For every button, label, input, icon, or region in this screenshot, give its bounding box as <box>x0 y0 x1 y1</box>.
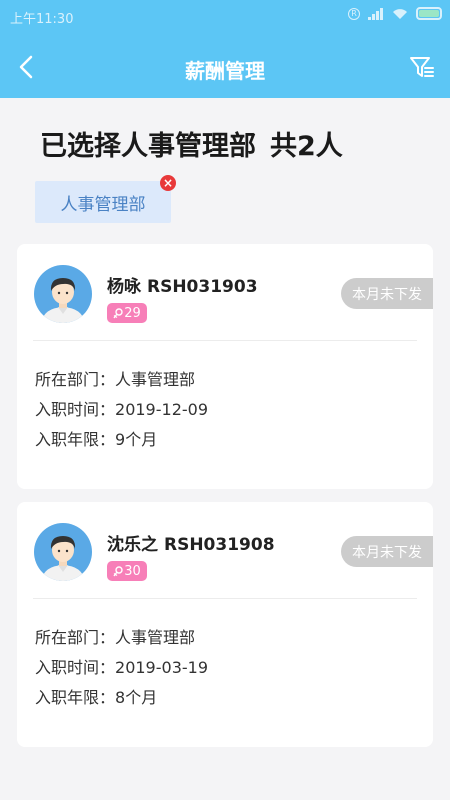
tenure-value: 8个月 <box>115 688 158 707</box>
hire-date-value: 2019-03-19 <box>115 658 208 677</box>
department-chip-label: 人事管理部 <box>60 194 146 215</box>
avatar <box>34 265 92 323</box>
page-title: 薪酬管理 <box>185 59 265 83</box>
department-row: 所在部门：人事管理部 <box>35 624 195 648</box>
tenure-row: 入职年限：9个月 <box>35 426 157 450</box>
registered-icon: R <box>348 7 360 20</box>
signal-icon <box>368 7 384 20</box>
filter-icon[interactable] <box>408 53 436 81</box>
employee-code: RSH031903 <box>147 277 258 297</box>
status-time: 上午11:30 <box>10 12 74 27</box>
employee-name-text: 杨咏 <box>107 277 141 297</box>
age-badge: 30 <box>107 561 147 581</box>
selection-summary: 已选择人事管理部 共2人 <box>40 124 343 163</box>
employee-card[interactable]: 沈乐之 RSH031908 30 本月未下发 所在部门：人事管理部 入职时间：20… <box>17 502 433 747</box>
department-label: 所在部门： <box>35 628 116 647</box>
employee-name: 沈乐之 RSH031908 <box>107 530 275 555</box>
wifi-icon <box>393 8 407 19</box>
department-label: 所在部门： <box>35 370 116 389</box>
age-badge: 29 <box>107 303 147 323</box>
status-badge: 本月未下发 <box>341 278 433 309</box>
hire-date-row: 入职时间：2019-03-19 <box>35 654 208 678</box>
remove-chip-icon[interactable]: × <box>160 175 176 191</box>
hire-date-row: 入职时间：2019-12-09 <box>35 396 208 420</box>
department-value: 人事管理部 <box>115 370 196 389</box>
employee-code: RSH031908 <box>164 535 275 555</box>
female-icon <box>113 565 123 576</box>
employee-name: 杨咏 RSH031903 <box>107 272 258 297</box>
employee-name-text: 沈乐之 <box>107 535 158 555</box>
hire-date-value: 2019-12-09 <box>115 400 208 419</box>
status-icons: R <box>348 7 442 20</box>
age-value: 29 <box>124 305 141 321</box>
department-value: 人事管理部 <box>115 628 196 647</box>
tenure-row: 入职年限：8个月 <box>35 684 157 708</box>
tenure-value: 9个月 <box>115 430 158 449</box>
age-value: 30 <box>124 563 141 579</box>
divider <box>33 340 417 341</box>
status-badge: 本月未下发 <box>341 536 433 567</box>
department-row: 所在部门：人事管理部 <box>35 366 195 390</box>
employee-card[interactable]: 杨咏 RSH031903 29 本月未下发 所在部门：人事管理部 入职时间：201… <box>17 244 433 489</box>
avatar <box>34 523 92 581</box>
tenure-label: 入职年限： <box>35 430 116 449</box>
selection-summary-prefix: 已选择人事管理部 <box>40 131 256 162</box>
tenure-label: 入职年限： <box>35 688 116 707</box>
hire-date-label: 入职时间： <box>35 400 116 419</box>
female-icon <box>113 307 123 318</box>
department-filter-chip[interactable]: 人事管理部 <box>35 181 171 223</box>
selection-count: 共2人 <box>270 131 343 162</box>
divider <box>33 598 417 599</box>
status-bar: 上午11:30 R <box>0 0 450 32</box>
hire-date-label: 入职时间： <box>35 658 116 677</box>
battery-icon <box>416 7 442 20</box>
app-header: 上午11:30 R 薪酬管理 <box>0 0 450 98</box>
